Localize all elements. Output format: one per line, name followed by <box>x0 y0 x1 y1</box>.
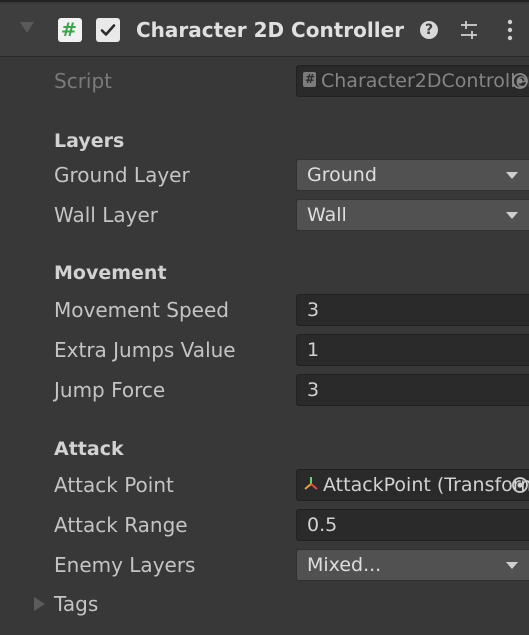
jump-force-input[interactable]: 3 <box>296 374 529 406</box>
divider <box>0 0 529 2</box>
enemy-layers-label: Enemy Layers <box>54 553 196 577</box>
object-picker-icon[interactable] <box>511 65 529 97</box>
attack-point-field[interactable]: AttackPoint (Transform) <box>296 469 529 501</box>
jump-force-label: Jump Force <box>54 378 166 402</box>
component-enabled-checkbox[interactable] <box>96 18 120 42</box>
csharp-script-icon: # <box>58 18 82 42</box>
tags-foldout-label[interactable]: Tags <box>54 591 98 617</box>
wall-layer-value: Wall <box>307 204 347 226</box>
inspector-panel: # Character 2D Controller ? Script # Cha… <box>0 0 529 635</box>
chevron-down-icon <box>506 212 518 219</box>
chevron-down-icon <box>506 562 518 569</box>
section-header-movement: Movement <box>54 262 167 284</box>
object-picker-icon[interactable] <box>511 469 529 501</box>
chevron-down-icon <box>506 172 518 179</box>
attack-point-value: AttackPoint (Transform) <box>323 474 529 496</box>
extra-jumps-input[interactable]: 1 <box>296 334 529 366</box>
ground-layer-label: Ground Layer <box>54 163 190 187</box>
component-title: Character 2D Controller <box>136 18 405 42</box>
enemy-layers-dropdown[interactable]: Mixed... <box>296 549 529 581</box>
foldout-collapsed-icon[interactable] <box>34 597 45 611</box>
ground-layer-dropdown[interactable]: Ground <box>296 159 529 191</box>
help-icon[interactable]: ? <box>420 21 438 39</box>
transform-icon <box>304 476 318 490</box>
foldout-expanded-icon[interactable] <box>20 22 34 33</box>
ground-layer-value: Ground <box>307 164 377 186</box>
script-label: Script <box>54 69 113 93</box>
component-header[interactable]: # Character 2D Controller ? <box>0 4 529 57</box>
movement-speed-label: Movement Speed <box>54 298 229 322</box>
enemy-layers-value: Mixed... <box>307 554 382 576</box>
attack-range-input[interactable]: 0.5 <box>296 509 529 541</box>
script-file-icon: # <box>303 72 316 87</box>
wall-layer-dropdown[interactable]: Wall <box>296 199 529 231</box>
attack-range-label: Attack Range <box>54 513 188 537</box>
script-field: # Character2DController <box>296 65 529 97</box>
presets-icon[interactable] <box>458 19 480 45</box>
extra-jumps-label: Extra Jumps Value <box>54 338 236 362</box>
section-header-attack: Attack <box>54 438 124 460</box>
wall-layer-label: Wall Layer <box>54 203 158 227</box>
script-value: Character2DController <box>321 70 529 92</box>
kebab-menu-icon[interactable] <box>506 18 514 46</box>
checkmark-icon <box>100 24 116 36</box>
section-header-layers: Layers <box>54 130 125 152</box>
movement-speed-input[interactable]: 3 <box>296 294 529 326</box>
attack-point-label: Attack Point <box>54 473 174 497</box>
